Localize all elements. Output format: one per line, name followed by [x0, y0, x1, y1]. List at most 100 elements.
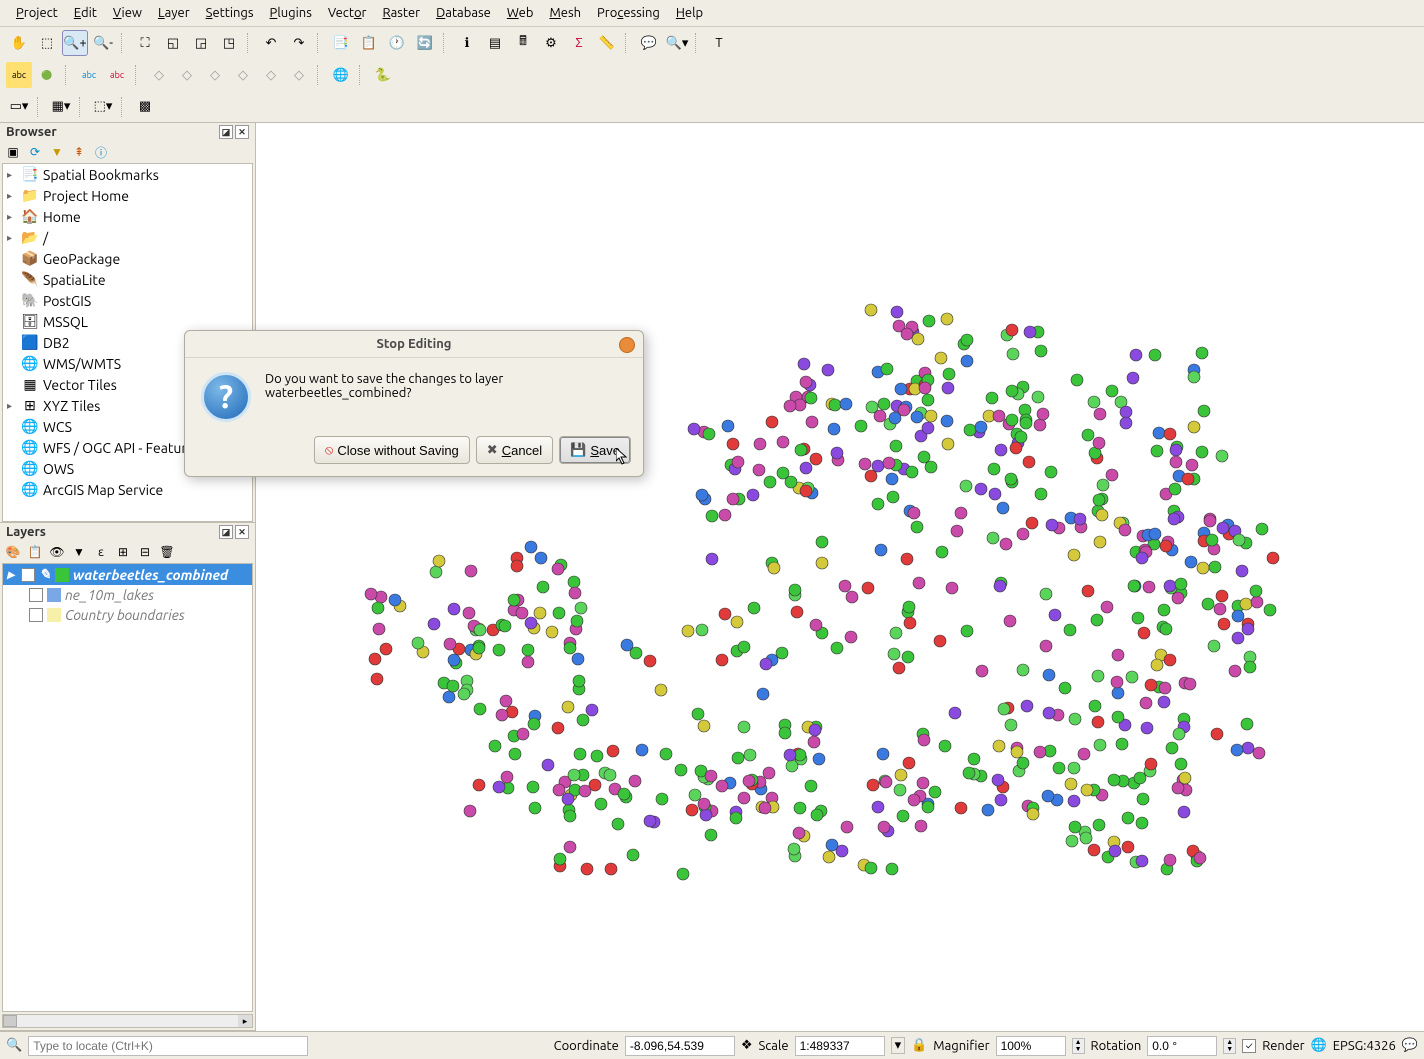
menu-settings[interactable]: Settings: [198, 3, 262, 23]
magnifier-input[interactable]: [996, 1036, 1066, 1056]
zoom-selection-icon[interactable]: ◱: [160, 30, 186, 56]
refresh-browser-icon[interactable]: ⟳: [26, 143, 44, 161]
dialog-close-icon[interactable]: [619, 337, 635, 353]
identify-icon[interactable]: ℹ: [454, 30, 480, 56]
visibility-icon[interactable]: 👁: [48, 543, 66, 561]
menu-web[interactable]: Web: [499, 3, 542, 23]
map-tips-icon[interactable]: 💬: [636, 30, 662, 56]
show-bookmarks-icon[interactable]: 📋: [356, 30, 382, 56]
browser-item[interactable]: ▸📂/: [3, 227, 252, 248]
filter-legend-icon[interactable]: ▼: [70, 543, 88, 561]
menu-view[interactable]: View: [105, 3, 150, 23]
zoom-next-icon[interactable]: ↷: [286, 30, 312, 56]
menu-plugins[interactable]: Plugins: [262, 3, 320, 23]
layer-row[interactable]: Country boundaries: [3, 605, 252, 625]
browser-item[interactable]: 🌐ArcGIS Map Service: [3, 479, 252, 500]
extents-icon[interactable]: ❖: [741, 1038, 753, 1053]
measure-icon[interactable]: 📏: [594, 30, 620, 56]
close-without-saving-button[interactable]: ⦸ Close without Saving: [314, 436, 470, 464]
layer-row[interactable]: ne_10m_lakes: [3, 585, 252, 605]
annotation-icon[interactable]: 🔍▾: [664, 30, 690, 56]
coordinate-input[interactable]: [625, 1036, 735, 1056]
browser-item[interactable]: 🗄MSSQL: [3, 311, 252, 332]
crs-label[interactable]: EPSG:4326: [1333, 1039, 1396, 1053]
menu-database[interactable]: Database: [428, 3, 499, 23]
layer-checkbox[interactable]: ✓: [21, 568, 35, 582]
new-bookmark-icon[interactable]: 📑: [328, 30, 354, 56]
menu-raster[interactable]: Raster: [374, 3, 428, 23]
zoom-out-icon[interactable]: 🔍-: [90, 30, 116, 56]
panel-undock-icon[interactable]: ◪: [219, 525, 233, 539]
text-annotation-icon[interactable]: T: [706, 30, 732, 56]
select-rect-icon[interactable]: ▭▾: [6, 94, 32, 120]
cancel-button[interactable]: ✖ Cancel: [476, 436, 553, 464]
properties-icon[interactable]: ⓘ: [92, 143, 110, 161]
toolbox-icon[interactable]: ⚙: [538, 30, 564, 56]
lock-icon[interactable]: 🔒: [911, 1038, 927, 1053]
stats-icon[interactable]: Σ: [566, 30, 592, 56]
zoom-full-icon[interactable]: ⛶: [132, 30, 158, 56]
panel-close-icon[interactable]: ✕: [235, 125, 249, 139]
label-abc-yellow-icon[interactable]: abc: [6, 62, 32, 88]
browser-item[interactable]: 📦GeoPackage: [3, 248, 252, 269]
rotation-input[interactable]: [1147, 1036, 1217, 1056]
layers-tree[interactable]: ▸✓✎waterbeetles_combinedne_10m_lakesCoun…: [2, 563, 253, 1012]
panel-undock-icon[interactable]: ◪: [219, 125, 233, 139]
metasearch-icon[interactable]: 🌐: [328, 62, 354, 88]
browser-item[interactable]: 🐘PostGIS: [3, 290, 252, 311]
map-canvas[interactable]: [256, 123, 1424, 1031]
layer-checkbox[interactable]: [29, 588, 43, 602]
crs-icon[interactable]: 🌐: [1311, 1038, 1327, 1053]
menu-vector[interactable]: Vector: [320, 3, 375, 23]
zoom-layer-icon[interactable]: ◲: [188, 30, 214, 56]
locate-input[interactable]: [28, 1036, 308, 1056]
magnifier-spinner[interactable]: ▲▼: [1072, 1038, 1085, 1054]
render-checkbox[interactable]: ✓: [1242, 1039, 1256, 1053]
menu-layer[interactable]: Layer: [150, 3, 198, 23]
menu-processing[interactable]: Processing: [589, 3, 668, 23]
label-tool-1-icon[interactable]: abc: [76, 62, 102, 88]
refresh-icon[interactable]: 🔄: [412, 30, 438, 56]
browser-item[interactable]: ▸🏠Home: [3, 206, 252, 227]
select-value-icon[interactable]: ▦▾: [48, 94, 74, 120]
add-group-icon[interactable]: 📋: [26, 543, 44, 561]
browser-item[interactable]: 🪶SpatiaLite: [3, 269, 252, 290]
dialog-titlebar[interactable]: Stop Editing: [185, 331, 643, 358]
field-calc-icon[interactable]: 🖩: [510, 30, 536, 56]
zoom-in-icon[interactable]: 🔍+: [62, 30, 88, 56]
label-abc-green-icon[interactable]: 🟢: [34, 62, 60, 88]
layer-row[interactable]: ▸✓✎waterbeetles_combined: [3, 564, 252, 585]
remove-layer-icon[interactable]: 🗑: [158, 543, 176, 561]
deselect-icon[interactable]: ⬚▾: [90, 94, 116, 120]
collapse-all-icon[interactable]: ⊟: [136, 543, 154, 561]
browser-item[interactable]: ▸📁Project Home: [3, 185, 252, 206]
select-all-icon[interactable]: ▩: [132, 94, 158, 120]
attribute-table-icon[interactable]: ▤: [482, 30, 508, 56]
layers-hscroll[interactable]: ▸: [2, 1014, 253, 1028]
rotation-spinner[interactable]: ▲▼: [1223, 1038, 1236, 1054]
zoom-last-icon[interactable]: ↶: [258, 30, 284, 56]
scale-dropdown-icon[interactable]: ▾: [891, 1037, 906, 1054]
menu-edit[interactable]: Edit: [66, 3, 105, 23]
temporal-icon[interactable]: 🕐: [384, 30, 410, 56]
add-layer-icon[interactable]: ▣: [4, 143, 22, 161]
scale-input[interactable]: [795, 1036, 885, 1056]
pan-to-selection-icon[interactable]: ⬚: [34, 30, 60, 56]
browser-item[interactable]: ▸📑Spatial Bookmarks: [3, 164, 252, 185]
save-button[interactable]: 💾 Save: [559, 436, 631, 464]
zoom-native-icon[interactable]: ◳: [216, 30, 242, 56]
menu-mesh[interactable]: Mesh: [541, 3, 589, 23]
messages-icon[interactable]: 💬: [1402, 1038, 1418, 1053]
panel-close-icon[interactable]: ✕: [235, 525, 249, 539]
filter-browser-icon[interactable]: ▼: [48, 143, 66, 161]
pan-icon[interactable]: ✋: [6, 30, 32, 56]
style-icon[interactable]: 🎨: [4, 543, 22, 561]
collapse-all-icon[interactable]: ⇞: [70, 143, 88, 161]
menu-project[interactable]: Project: [8, 3, 66, 23]
expand-all-icon[interactable]: ⊞: [114, 543, 132, 561]
expression-filter-icon[interactable]: ε: [92, 543, 110, 561]
menu-help[interactable]: Help: [668, 3, 711, 23]
python-icon[interactable]: 🐍: [370, 62, 396, 88]
layer-checkbox[interactable]: [29, 608, 43, 622]
label-tool-2-icon[interactable]: abc: [104, 62, 130, 88]
